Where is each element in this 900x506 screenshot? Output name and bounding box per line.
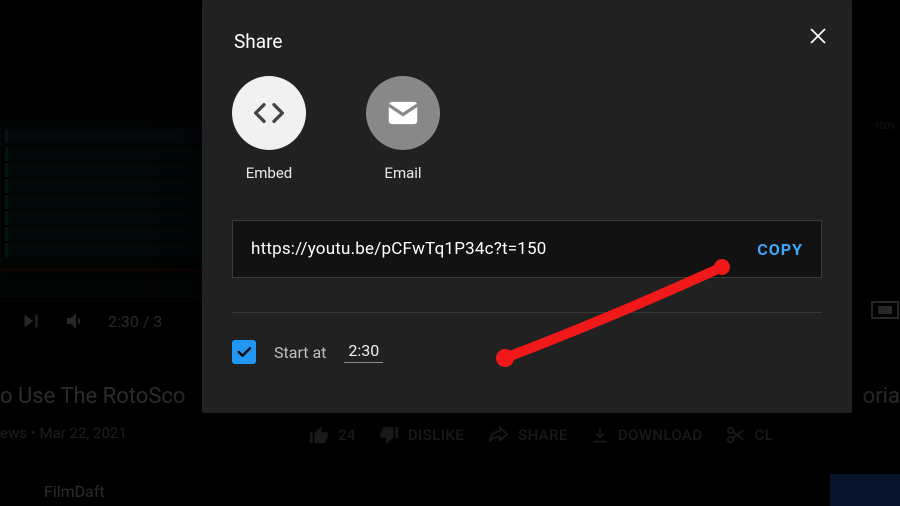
- start-at-checkbox[interactable]: [232, 340, 256, 364]
- start-at-time[interactable]: 2:30: [344, 341, 383, 363]
- start-at-label: Start at: [274, 343, 326, 362]
- copy-button[interactable]: COPY: [741, 240, 803, 259]
- email-icon: [384, 94, 422, 132]
- embed-icon: [249, 93, 289, 133]
- share-option-embed[interactable]: Embed: [232, 76, 306, 182]
- share-options: Embed Email: [232, 76, 440, 182]
- share-option-email[interactable]: Email: [366, 76, 440, 182]
- share-url-box: https://youtu.be/pCFwTq1P34c?t=150 COPY: [232, 220, 822, 278]
- dialog-title: Share: [234, 30, 282, 53]
- start-at-row: Start at 2:30: [232, 340, 383, 364]
- check-icon: [235, 343, 253, 361]
- share-dialog: Share Embed Email https://youtu.be/pCFwT…: [202, 0, 852, 413]
- dialog-separator: [232, 312, 822, 313]
- close-icon: [806, 24, 830, 48]
- share-url[interactable]: https://youtu.be/pCFwTq1P34c?t=150: [251, 239, 741, 259]
- embed-label: Embed: [246, 164, 293, 182]
- email-label: Email: [384, 164, 421, 182]
- close-button[interactable]: [804, 22, 832, 50]
